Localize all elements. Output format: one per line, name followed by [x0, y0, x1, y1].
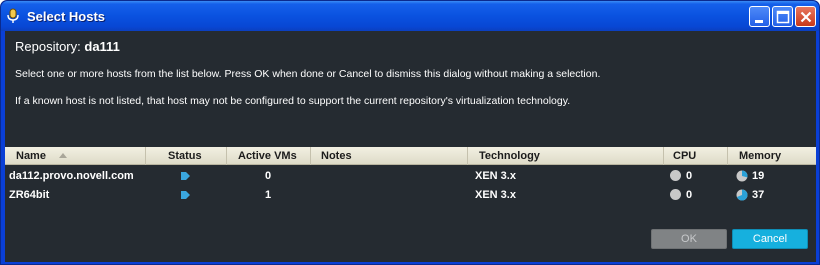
repository-label: Repository:: [15, 39, 81, 54]
flag-icon: [181, 191, 190, 199]
window-title: Select Hosts: [27, 9, 106, 24]
instruction-text: Select one or more hosts from the list b…: [15, 68, 601, 80]
maximize-button[interactable]: [772, 6, 793, 27]
cpu-gauge-icon: [670, 170, 681, 181]
column-header-memory[interactable]: Memory: [728, 147, 816, 165]
column-header-status[interactable]: Status: [146, 147, 227, 165]
flag-icon: [181, 172, 190, 180]
cpu-gauge-icon: [670, 189, 681, 200]
active-vms-value: 1: [265, 189, 272, 201]
column-header-name[interactable]: Name: [5, 147, 146, 165]
ok-button[interactable]: OK: [651, 229, 727, 249]
cpu-value: 0: [686, 189, 693, 201]
cpu-value: 0: [686, 170, 693, 182]
memory-value: 19: [752, 170, 765, 182]
column-header-active-vms[interactable]: Active VMs: [227, 147, 311, 165]
known-host-note: If a known host is not listed, that host…: [15, 95, 571, 107]
title-bar[interactable]: Select Hosts: [1, 1, 819, 31]
repository-line: Repository: da111: [15, 39, 120, 54]
active-vms-value: 0: [265, 170, 272, 182]
host-name: ZR64bit: [9, 189, 50, 201]
technology-value: XEN 3.x: [475, 170, 516, 182]
column-header-notes[interactable]: Notes: [311, 147, 468, 165]
dialog-body: Repository: da111 Select one or more hos…: [5, 31, 816, 262]
technology-value: XEN 3.x: [475, 189, 516, 201]
table-row[interactable]: da112.provo.novell.com 0 XEN 3.x 0 19: [5, 166, 816, 186]
repository-name: da111: [84, 39, 120, 54]
close-button[interactable]: [795, 6, 816, 27]
host-name: da112.provo.novell.com: [9, 170, 134, 182]
table-row[interactable]: ZR64bit 1 XEN 3.x 0 37: [5, 185, 816, 205]
column-header-technology[interactable]: Technology: [468, 147, 664, 165]
minimize-button[interactable]: [749, 6, 770, 27]
memory-pie-icon: [736, 170, 748, 182]
cancel-button[interactable]: Cancel: [732, 229, 808, 249]
memory-pie-icon: [736, 189, 748, 201]
minimize-icon: [755, 20, 763, 23]
hosts-table-header: Name Status Active VMs Notes Technology …: [5, 147, 816, 165]
close-icon: [800, 11, 812, 23]
memory-value: 37: [752, 189, 765, 201]
maximize-icon: [776, 10, 790, 24]
sort-ascending-icon: [59, 153, 67, 158]
microphone-icon: [6, 8, 20, 24]
column-header-cpu[interactable]: CPU: [664, 147, 728, 165]
select-hosts-window: Select Hosts Repository: da111 Select on…: [0, 0, 820, 265]
